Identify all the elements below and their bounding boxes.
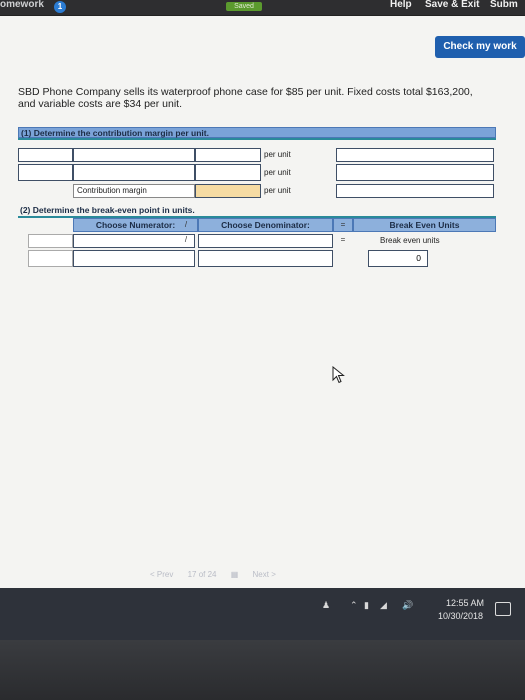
- page-indicator: 17 of 24: [187, 570, 217, 579]
- cm-row1-select[interactable]: [73, 148, 195, 162]
- mouse-cursor-icon: [332, 366, 345, 384]
- divide-symbol: /: [184, 235, 188, 244]
- saved-indicator: Saved: [226, 2, 262, 11]
- volume-icon[interactable]: 🔊: [402, 600, 413, 611]
- cm-row1-amount-input[interactable]: [195, 148, 261, 162]
- section-divider: [18, 138, 496, 140]
- cm-row2-label-field[interactable]: [18, 164, 73, 181]
- worksheet: (1) Determine the contribution margin pe…: [18, 127, 496, 272]
- break-even-units-result: 0: [368, 250, 428, 267]
- next-button[interactable]: Next >: [253, 570, 276, 579]
- action-center-icon[interactable]: [495, 602, 511, 616]
- equals-symbol-header: =: [340, 220, 346, 229]
- cm-row3-extra: [336, 184, 494, 198]
- denominator-header: Choose Denominator:: [198, 218, 333, 232]
- cm-row2-amount-input[interactable]: [195, 164, 261, 181]
- cm-row2-unit: per unit: [264, 168, 291, 177]
- chevron-up-icon[interactable]: ⌃: [350, 600, 358, 611]
- part1-heading: (1) Determine the contribution margin pe…: [18, 127, 496, 138]
- divide-symbol-header: /: [184, 220, 188, 229]
- denominator-select[interactable]: [198, 234, 333, 248]
- clock-date[interactable]: 10/30/2018: [438, 611, 483, 621]
- cm-row2-extra: [336, 164, 494, 181]
- check-my-work-button[interactable]: Check my work: [435, 36, 525, 58]
- battery-icon[interactable]: ▮: [364, 600, 369, 611]
- clock-time[interactable]: 12:55 AM: [446, 598, 484, 608]
- problem-line-2: and variable costs are $34 per unit.: [18, 98, 183, 110]
- wifi-icon[interactable]: ◢: [380, 600, 387, 611]
- break-even-units-label: Break even units: [380, 236, 440, 245]
- notification-badge[interactable]: 1: [54, 1, 66, 13]
- grid-icon[interactable]: ▦: [231, 570, 239, 579]
- denominator-input[interactable]: [198, 250, 333, 267]
- submit-link[interactable]: Subm: [490, 0, 518, 10]
- people-icon[interactable]: ♟: [322, 600, 330, 611]
- be-rowA-spacer: [28, 234, 73, 248]
- numerator-header: Choose Numerator:: [73, 218, 198, 232]
- problem-line-1: SBD Phone Company sells its waterproof p…: [18, 86, 473, 98]
- cm-row3-unit: per unit: [264, 186, 291, 195]
- be-rowB-spacer: [28, 250, 73, 267]
- cm-row1-unit: per unit: [264, 150, 291, 159]
- browser-screen: omework 1 Saved Help Save & Exit Subm Ch…: [0, 0, 525, 640]
- numerator-input[interactable]: [73, 250, 195, 267]
- app-title: omework: [0, 0, 44, 10]
- cm-row2-select[interactable]: [73, 164, 195, 181]
- numerator-select[interactable]: [73, 234, 195, 248]
- part2-heading: (2) Determine the break-even point in un…: [20, 205, 195, 215]
- contribution-margin-label: Contribution margin: [77, 186, 147, 195]
- top-bar: omework 1 Saved Help Save & Exit Subm: [0, 0, 525, 16]
- cm-row1-extra: [336, 148, 494, 162]
- monitor-bezel: [0, 640, 525, 700]
- contribution-margin-input[interactable]: [195, 184, 261, 198]
- break-even-units-header: Break Even Units: [353, 218, 496, 232]
- problem-statement: SBD Phone Company sells its waterproof p…: [18, 86, 523, 110]
- save-exit-link[interactable]: Save & Exit: [425, 0, 479, 10]
- equals-symbol: =: [340, 235, 346, 244]
- help-link[interactable]: Help: [390, 0, 412, 10]
- cm-row1-label-field[interactable]: [18, 148, 73, 162]
- prev-button[interactable]: < Prev: [150, 570, 173, 579]
- pager: < Prev 17 of 24 ▦ Next >: [150, 570, 288, 579]
